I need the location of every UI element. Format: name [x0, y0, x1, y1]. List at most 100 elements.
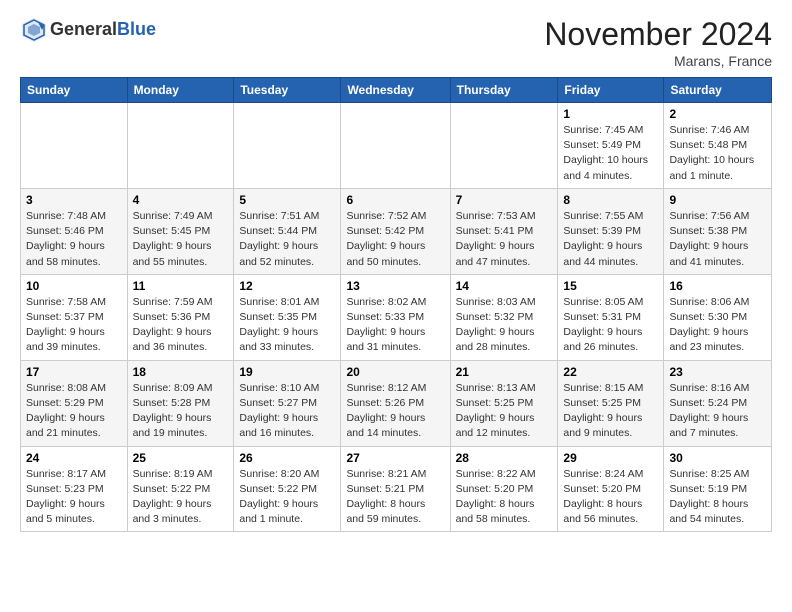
calendar-cell: 21Sunrise: 8:13 AMSunset: 5:25 PMDayligh… [450, 360, 558, 446]
calendar-cell: 17 Sunrise: 8:08 AMSunset: 5:29 PMDayligh… [21, 360, 128, 446]
weekday-monday: Monday [127, 78, 234, 103]
day-info: Sunrise: 7:59 AMSunset: 5:36 PMDaylight:… [133, 295, 229, 356]
calendar-cell [21, 103, 128, 189]
day-number: 8 [563, 193, 658, 207]
week-row-3: 10 Sunrise: 7:58 AMSunset: 5:37 PMDayligh… [21, 274, 772, 360]
day-number: 30 [669, 451, 766, 465]
day-number: 18 [133, 365, 229, 379]
day-number: 4 [133, 193, 229, 207]
logo-icon [20, 16, 48, 44]
day-info: Sunrise: 8:25 AMSunset: 5:19 PMDaylight:… [669, 467, 766, 528]
day-number: 19 [239, 365, 335, 379]
day-info: Sunrise: 8:08 AMSunset: 5:29 PMDaylight:… [26, 381, 122, 442]
day-info: Sunrise: 7:45 AMSunset: 5:49 PMDaylight:… [563, 123, 658, 184]
calendar-cell: 24Sunrise: 8:17 AMSunset: 5:23 PMDayligh… [21, 446, 128, 532]
logo-text: GeneralBlue [50, 20, 156, 40]
calendar-cell: 12 Sunrise: 8:01 AMSunset: 5:35 PMDayligh… [234, 274, 341, 360]
calendar-cell: 20 Sunrise: 8:12 AMSunset: 5:26 PMDayligh… [341, 360, 450, 446]
day-number: 22 [563, 365, 658, 379]
day-number: 28 [456, 451, 553, 465]
calendar-cell: 30 Sunrise: 8:25 AMSunset: 5:19 PMDayligh… [664, 446, 772, 532]
day-number: 23 [669, 365, 766, 379]
calendar-cell: 10 Sunrise: 7:58 AMSunset: 5:37 PMDayligh… [21, 274, 128, 360]
day-info: Sunrise: 7:55 AMSunset: 5:39 PMDaylight:… [563, 209, 658, 270]
calendar-cell: 28 Sunrise: 8:22 AMSunset: 5:20 PMDayligh… [450, 446, 558, 532]
calendar-cell: 8 Sunrise: 7:55 AMSunset: 5:39 PMDaylight… [558, 188, 664, 274]
day-info: Sunrise: 7:58 AMSunset: 5:37 PMDaylight:… [26, 295, 122, 356]
logo: GeneralBlue [20, 16, 156, 44]
calendar-cell: 3 Sunrise: 7:48 AMSunset: 5:46 PMDaylight… [21, 188, 128, 274]
calendar-cell: 11 Sunrise: 7:59 AMSunset: 5:36 PMDayligh… [127, 274, 234, 360]
calendar-cell [450, 103, 558, 189]
day-number: 27 [346, 451, 444, 465]
day-info: Sunrise: 7:56 AMSunset: 5:38 PMDaylight:… [669, 209, 766, 270]
day-info: Sunrise: 7:52 AMSunset: 5:42 PMDaylight:… [346, 209, 444, 270]
day-info: Sunrise: 8:12 AMSunset: 5:26 PMDaylight:… [346, 381, 444, 442]
calendar-cell: 22Sunrise: 8:15 AMSunset: 5:25 PMDayligh… [558, 360, 664, 446]
day-number: 12 [239, 279, 335, 293]
day-info: Sunrise: 7:49 AMSunset: 5:45 PMDaylight:… [133, 209, 229, 270]
day-number: 5 [239, 193, 335, 207]
day-info: Sunrise: 8:02 AMSunset: 5:33 PMDaylight:… [346, 295, 444, 356]
calendar-cell: 5Sunrise: 7:51 AMSunset: 5:44 PMDaylight… [234, 188, 341, 274]
day-info: Sunrise: 8:05 AMSunset: 5:31 PMDaylight:… [563, 295, 658, 356]
calendar-cell: 2 Sunrise: 7:46 AMSunset: 5:48 PMDaylight… [664, 103, 772, 189]
day-number: 10 [26, 279, 122, 293]
calendar-cell: 6 Sunrise: 7:52 AMSunset: 5:42 PMDaylight… [341, 188, 450, 274]
day-info: Sunrise: 8:20 AMSunset: 5:22 PMDaylight:… [239, 467, 335, 528]
calendar-cell: 7Sunrise: 7:53 AMSunset: 5:41 PMDaylight… [450, 188, 558, 274]
weekday-sunday: Sunday [21, 78, 128, 103]
calendar-cell: 25 Sunrise: 8:19 AMSunset: 5:22 PMDayligh… [127, 446, 234, 532]
weekday-saturday: Saturday [664, 78, 772, 103]
day-info: Sunrise: 8:10 AMSunset: 5:27 PMDaylight:… [239, 381, 335, 442]
weekday-thursday: Thursday [450, 78, 558, 103]
day-number: 26 [239, 451, 335, 465]
day-number: 17 [26, 365, 122, 379]
day-number: 7 [456, 193, 553, 207]
day-info: Sunrise: 7:46 AMSunset: 5:48 PMDaylight:… [669, 123, 766, 184]
day-number: 14 [456, 279, 553, 293]
weekday-tuesday: Tuesday [234, 78, 341, 103]
day-number: 6 [346, 193, 444, 207]
calendar-cell: 19 Sunrise: 8:10 AMSunset: 5:27 PMDayligh… [234, 360, 341, 446]
calendar-cell: 26 Sunrise: 8:20 AMSunset: 5:22 PMDayligh… [234, 446, 341, 532]
weekday-friday: Friday [558, 78, 664, 103]
day-info: Sunrise: 8:21 AMSunset: 5:21 PMDaylight:… [346, 467, 444, 528]
day-number: 24 [26, 451, 122, 465]
day-number: 1 [563, 107, 658, 121]
day-info: Sunrise: 8:19 AMSunset: 5:22 PMDaylight:… [133, 467, 229, 528]
calendar-cell: 9Sunrise: 7:56 AMSunset: 5:38 PMDaylight… [664, 188, 772, 274]
day-info: Sunrise: 8:06 AMSunset: 5:30 PMDaylight:… [669, 295, 766, 356]
month-title: November 2024 [544, 16, 772, 53]
day-number: 11 [133, 279, 229, 293]
day-info: Sunrise: 8:03 AMSunset: 5:32 PMDaylight:… [456, 295, 553, 356]
day-number: 3 [26, 193, 122, 207]
calendar-cell [234, 103, 341, 189]
weekday-header-row: SundayMondayTuesdayWednesdayThursdayFrid… [21, 78, 772, 103]
day-number: 13 [346, 279, 444, 293]
day-number: 25 [133, 451, 229, 465]
week-row-4: 17 Sunrise: 8:08 AMSunset: 5:29 PMDayligh… [21, 360, 772, 446]
day-info: Sunrise: 8:22 AMSunset: 5:20 PMDaylight:… [456, 467, 553, 528]
title-block: November 2024 Marans, France [544, 16, 772, 69]
header: GeneralBlue November 2024 Marans, France [20, 16, 772, 69]
calendar-cell: 18 Sunrise: 8:09 AMSunset: 5:28 PMDayligh… [127, 360, 234, 446]
calendar-cell: 29Sunrise: 8:24 AMSunset: 5:20 PMDayligh… [558, 446, 664, 532]
day-info: Sunrise: 7:48 AMSunset: 5:46 PMDaylight:… [26, 209, 122, 270]
location: Marans, France [544, 53, 772, 69]
day-info: Sunrise: 8:09 AMSunset: 5:28 PMDaylight:… [133, 381, 229, 442]
day-number: 20 [346, 365, 444, 379]
page: GeneralBlue November 2024 Marans, France… [0, 0, 792, 542]
day-info: Sunrise: 8:01 AMSunset: 5:35 PMDaylight:… [239, 295, 335, 356]
calendar-cell: 15Sunrise: 8:05 AMSunset: 5:31 PMDayligh… [558, 274, 664, 360]
calendar-cell [341, 103, 450, 189]
calendar-cell: 27 Sunrise: 8:21 AMSunset: 5:21 PMDayligh… [341, 446, 450, 532]
day-number: 29 [563, 451, 658, 465]
day-number: 2 [669, 107, 766, 121]
week-row-2: 3 Sunrise: 7:48 AMSunset: 5:46 PMDaylight… [21, 188, 772, 274]
weekday-wednesday: Wednesday [341, 78, 450, 103]
day-info: Sunrise: 8:16 AMSunset: 5:24 PMDaylight:… [669, 381, 766, 442]
calendar-cell: 23 Sunrise: 8:16 AMSunset: 5:24 PMDayligh… [664, 360, 772, 446]
logo-general: General [50, 19, 117, 39]
day-info: Sunrise: 8:13 AMSunset: 5:25 PMDaylight:… [456, 381, 553, 442]
